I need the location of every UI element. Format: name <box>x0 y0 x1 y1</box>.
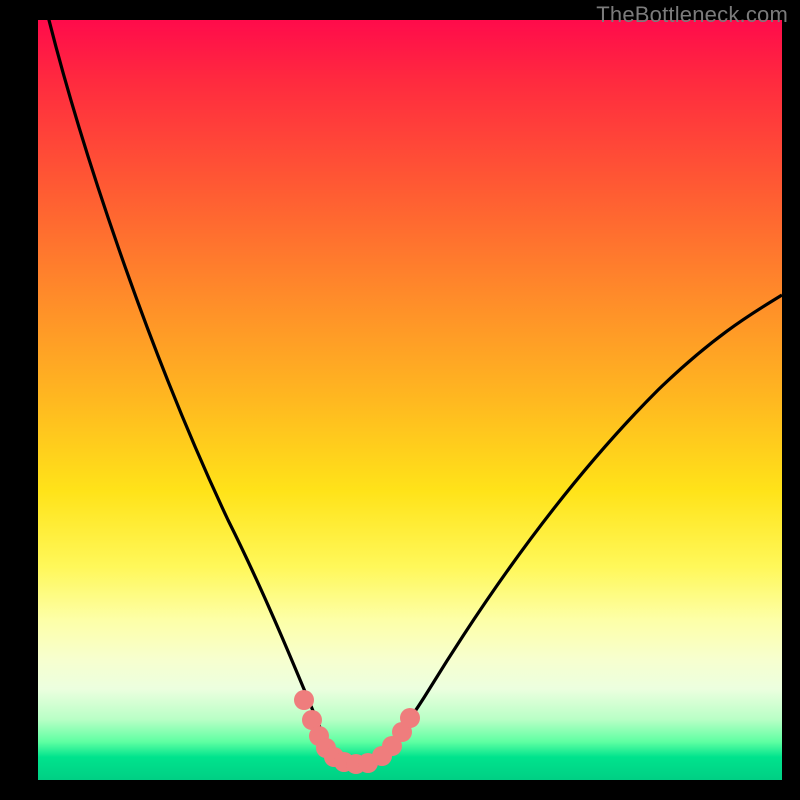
bottleneck-markers <box>294 690 420 774</box>
watermark-text: TheBottleneck.com <box>596 2 788 28</box>
right-curve <box>354 295 782 764</box>
chart-svg <box>38 20 782 780</box>
plot-area <box>38 20 782 780</box>
chart-frame: TheBottleneck.com <box>0 0 800 800</box>
left-curve <box>44 20 354 764</box>
